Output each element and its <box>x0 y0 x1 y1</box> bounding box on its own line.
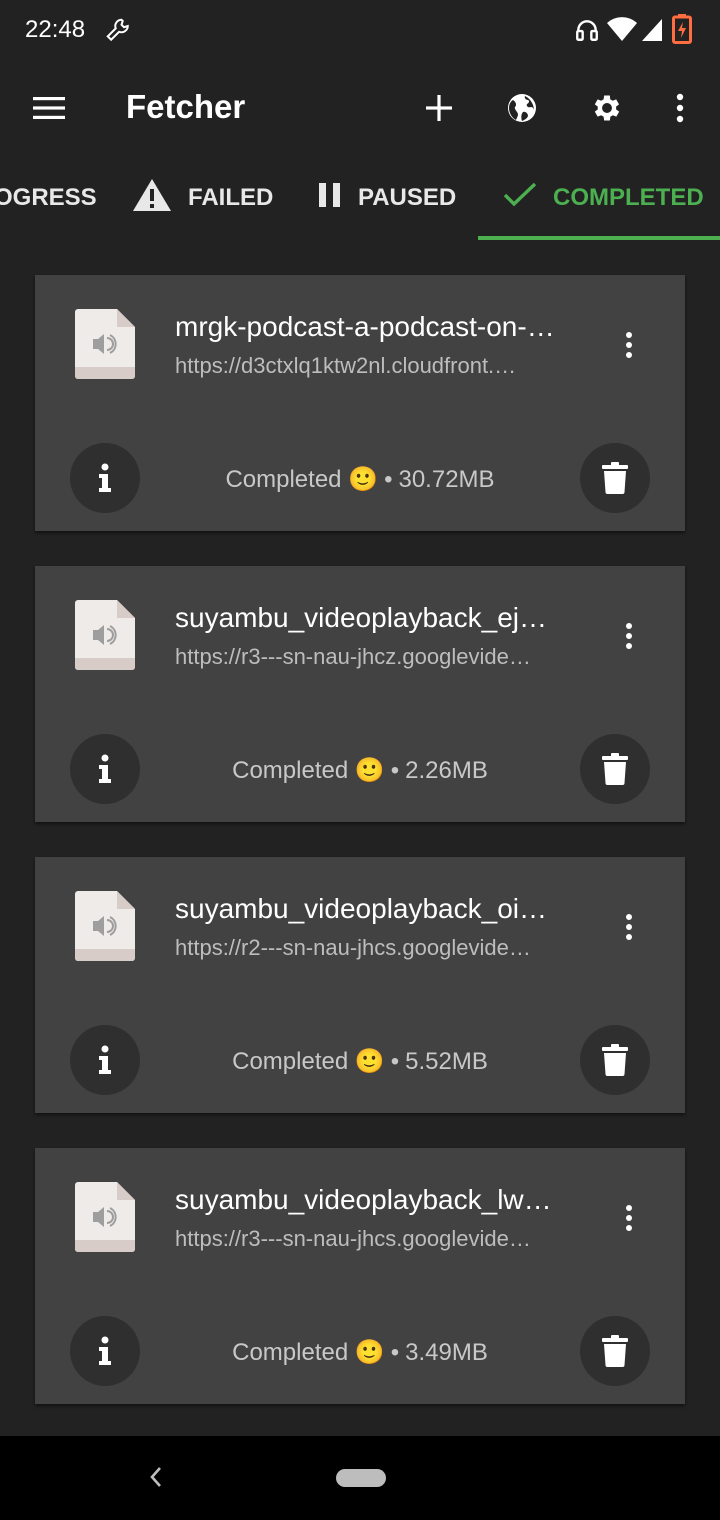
status-label: Completed 🙂 <box>225 466 379 493</box>
download-url: https://d3ctxlq1ktw2nl.cloudfront.… <box>175 353 517 378</box>
file-size: 30.72MB <box>398 466 495 493</box>
audio-file-icon <box>75 891 135 961</box>
tab-label: COMPLETED <box>553 184 704 211</box>
download-url: https://r3---sn-nau-jhcs.googlevide… <box>175 1226 531 1251</box>
info-icon <box>99 463 111 492</box>
info-button[interactable] <box>70 1025 140 1095</box>
download-status: Completed 🙂 • 2.26MB <box>145 756 575 785</box>
delete-button[interactable] <box>580 443 650 513</box>
trash-icon <box>602 753 628 785</box>
more-vert-icon[interactable] <box>613 327 645 363</box>
status-label: Completed 🙂 <box>232 1339 385 1366</box>
info-button[interactable] <box>70 734 140 804</box>
status-separator: • <box>390 1048 400 1075</box>
tab-label: PAUSED <box>358 184 457 211</box>
pause-icon <box>318 182 358 215</box>
tab-completed[interactable]: COMPLETED <box>503 156 704 240</box>
download-url: https://r2---sn-nau-jhcs.googlevide… <box>175 935 531 960</box>
audio-file-icon <box>75 1182 135 1252</box>
tab-indicator <box>478 236 720 240</box>
status-label: Completed 🙂 <box>232 1048 385 1075</box>
info-icon <box>99 754 111 783</box>
info-button[interactable] <box>70 1316 140 1386</box>
gear-icon[interactable] <box>589 90 625 126</box>
info-icon <box>99 1336 111 1365</box>
status-bar: 22:48 <box>0 0 720 60</box>
menu-icon[interactable] <box>31 90 67 126</box>
system-nav-bar <box>0 1436 720 1520</box>
download-title: suyambu_videoplayback_oi… <box>175 893 547 924</box>
back-icon[interactable] <box>146 1462 166 1497</box>
more-vert-icon[interactable] <box>613 909 645 945</box>
download-url: https://r3---sn-nau-jhcz.googlevide… <box>175 644 531 669</box>
status-separator: • <box>384 466 393 493</box>
more-vert-icon[interactable] <box>662 90 698 126</box>
info-icon <box>99 1045 111 1074</box>
tab-failed[interactable]: FAILED <box>132 156 273 240</box>
audio-file-icon <box>75 309 135 379</box>
headphones-icon <box>574 16 600 49</box>
trash-icon <box>602 1335 628 1367</box>
status-label: Completed 🙂 <box>232 757 385 784</box>
home-pill[interactable] <box>336 1469 386 1487</box>
download-card[interactable]: mrgk-podcast-a-podcast-on-… https://d3ct… <box>35 275 685 531</box>
signal-icon <box>640 17 664 48</box>
trash-icon <box>602 1044 628 1076</box>
status-time: 22:48 <box>25 16 86 43</box>
download-card[interactable]: suyambu_videoplayback_ej… https://r3---s… <box>35 566 685 822</box>
status-separator: • <box>390 1339 400 1366</box>
delete-button[interactable] <box>580 1316 650 1386</box>
app-bar: Fetcher <box>0 60 720 156</box>
tab-label: FAILED <box>188 184 274 211</box>
delete-button[interactable] <box>580 1025 650 1095</box>
download-card[interactable]: suyambu_videoplayback_lw… https://r3---s… <box>35 1148 685 1404</box>
wrench-icon <box>104 16 134 51</box>
download-status: Completed 🙂 • 5.52MB <box>145 1047 575 1076</box>
download-title: suyambu_videoplayback_ej… <box>175 602 547 633</box>
more-vert-icon[interactable] <box>613 618 645 654</box>
wifi-icon <box>606 17 638 48</box>
delete-button[interactable] <box>580 734 650 804</box>
warning-icon <box>132 178 188 219</box>
file-size: 3.49MB <box>405 1339 488 1366</box>
file-size: 2.26MB <box>405 757 488 784</box>
download-title: mrgk-podcast-a-podcast-on-… <box>175 311 555 342</box>
info-button[interactable] <box>70 443 140 513</box>
tab-paused[interactable]: PAUSED <box>318 156 456 240</box>
audio-file-icon <box>75 600 135 670</box>
battery-icon <box>672 14 692 49</box>
download-status: Completed 🙂 • 3.49MB <box>145 1338 575 1367</box>
download-card[interactable]: suyambu_videoplayback_oi… https://r2---s… <box>35 857 685 1113</box>
tab-label: OGRESS <box>0 184 97 211</box>
download-status: Completed 🙂 • 30.72MB <box>145 465 575 494</box>
trash-icon <box>602 462 628 494</box>
tab-bar: OGRESS FAILED PAUSED COMPLETED <box>0 156 720 240</box>
download-title: suyambu_videoplayback_lw… <box>175 1184 552 1215</box>
file-size: 5.52MB <box>405 1048 488 1075</box>
status-separator: • <box>390 757 400 784</box>
add-icon[interactable] <box>421 90 457 126</box>
check-icon <box>503 182 553 215</box>
globe-icon[interactable] <box>504 90 540 126</box>
tab-in-progress[interactable]: OGRESS <box>0 156 97 240</box>
more-vert-icon[interactable] <box>613 1200 645 1236</box>
app-title: Fetcher <box>126 88 246 125</box>
